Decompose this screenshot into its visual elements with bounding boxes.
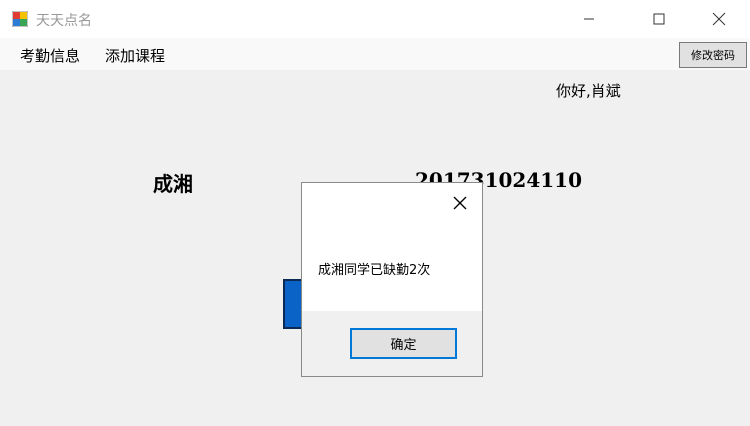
title-bar: 天天点名	[0, 0, 750, 38]
close-icon	[712, 12, 726, 26]
maximize-button[interactable]	[636, 0, 682, 38]
app-icon	[12, 11, 28, 27]
dialog-close-icon[interactable]	[451, 194, 469, 212]
dialog-message: 成湘同学已缺勤2次	[318, 263, 431, 278]
menu-attendance-info[interactable]: 考勤信息	[20, 45, 80, 66]
minimize-button[interactable]	[566, 0, 612, 38]
message-dialog: 成湘同学已缺勤2次 确定	[301, 182, 483, 377]
menu-bar: 考勤信息 添加课程	[0, 38, 750, 70]
change-password-button[interactable]: 修改密码	[679, 42, 747, 68]
greeting-label: 你好,肖斌	[556, 82, 621, 100]
window-title: 天天点名	[36, 13, 92, 29]
close-button[interactable]	[696, 0, 742, 38]
dialog-ok-button[interactable]: 确定	[350, 328, 457, 359]
maximize-icon	[653, 13, 665, 25]
minimize-icon	[584, 18, 594, 20]
menu-add-course[interactable]: 添加课程	[105, 45, 165, 66]
student-name: 成湘	[153, 172, 193, 196]
